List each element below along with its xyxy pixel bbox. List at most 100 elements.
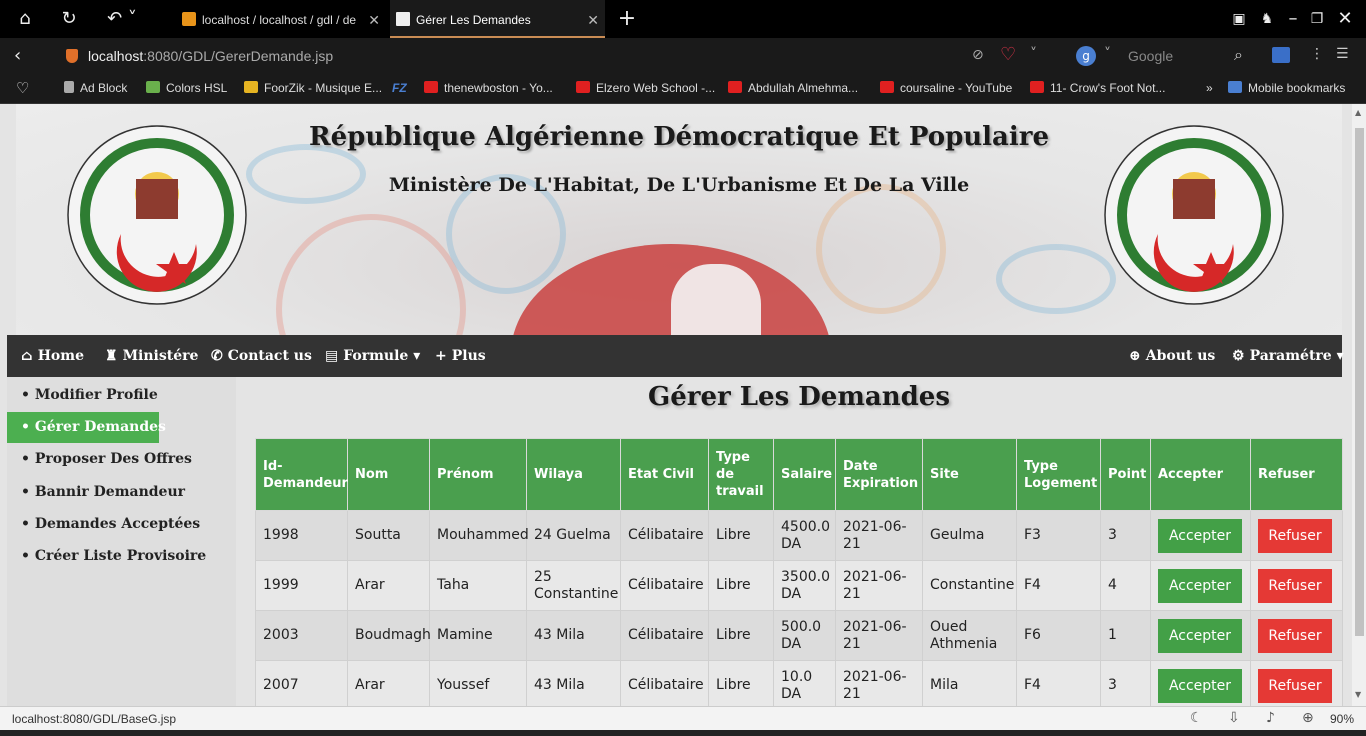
nav-label: Contact us bbox=[227, 348, 312, 364]
heart-icon[interactable]: ♡ bbox=[1000, 44, 1016, 65]
scroll-up-icon[interactable]: ▲ bbox=[1355, 108, 1361, 117]
url-field[interactable]: localhost:8080/GDL/GererDemande.jsp bbox=[88, 48, 333, 64]
accept-button[interactable]: Accepter bbox=[1158, 618, 1242, 653]
nav-label: Home bbox=[37, 348, 84, 364]
cell-type-logement: F3 bbox=[1016, 510, 1101, 561]
bookmarks-overflow-button[interactable]: » bbox=[1206, 81, 1213, 95]
nav-label: Paramétre bbox=[1249, 348, 1332, 364]
scrollbar-thumb[interactable] bbox=[1355, 128, 1364, 636]
sidebar-item-bannir-demandeur[interactable]: • Bannir Demandeur bbox=[7, 477, 185, 508]
cell-site: Constantine bbox=[922, 560, 1017, 611]
phone-icon: ✆ bbox=[211, 348, 223, 364]
colors-icon bbox=[146, 81, 160, 93]
cell-type-travail: Libre bbox=[708, 610, 774, 661]
bookmark-item[interactable]: Ad Block bbox=[64, 81, 127, 95]
close-tab-icon[interactable]: ✕ bbox=[587, 0, 599, 36]
nav-contact[interactable]: ✆ Contact us bbox=[211, 335, 312, 377]
volume-icon[interactable]: ♪ bbox=[1266, 710, 1275, 726]
undo-history-icon[interactable]: ↶ ˅ bbox=[102, 8, 142, 30]
sidebar-item-modifier-profile[interactable]: • Modifier Profile bbox=[7, 380, 158, 411]
heart-icon[interactable]: ♡ bbox=[16, 79, 29, 97]
nav-plus[interactable]: + Plus bbox=[435, 335, 486, 377]
translate-icon[interactable] bbox=[1272, 47, 1290, 63]
bookmark-item[interactable]: Abdullah Almehma... bbox=[728, 81, 858, 95]
chevron-down-icon[interactable]: ˅ bbox=[1104, 46, 1111, 62]
mobile-bookmarks[interactable]: Mobile bookmarks bbox=[1228, 81, 1345, 95]
cell-prenom: Youssef bbox=[429, 660, 527, 706]
cell-accepter: Accepter bbox=[1150, 560, 1251, 611]
chevron-down-icon[interactable]: ˅ bbox=[1030, 46, 1037, 62]
extension-icon[interactable]: ♞ bbox=[1256, 8, 1278, 30]
family-silhouette bbox=[671, 264, 761, 335]
sidebar-item-creer-liste[interactable]: • Créer Liste Provisoire bbox=[7, 541, 206, 572]
cell-id: 2003 bbox=[255, 610, 348, 661]
url-path: :8080/GDL/GererDemande.jsp bbox=[143, 48, 334, 64]
bookmark-item[interactable]: Colors HSL bbox=[146, 81, 227, 95]
phpmyadmin-icon bbox=[182, 12, 196, 26]
bookmark-item[interactable]: coursaline - YouTube bbox=[880, 81, 1012, 95]
bookmark-item[interactable]: FZ bbox=[392, 81, 407, 95]
nav-parametre[interactable]: ⚙ Paramétre ▾ bbox=[1232, 335, 1344, 377]
scroll-down-icon[interactable]: ▼ bbox=[1355, 690, 1361, 699]
zoom-level[interactable]: 90% bbox=[1330, 712, 1354, 726]
bookmark-item[interactable]: FoorZik - Musique E... bbox=[244, 81, 382, 95]
back-icon[interactable]: ‹ bbox=[14, 45, 36, 66]
bookmark-item[interactable]: 11- Crow's Foot Not... bbox=[1030, 81, 1165, 95]
cell-etat-civil: Célibataire bbox=[620, 610, 709, 661]
night-mode-icon[interactable]: ☾ bbox=[1190, 710, 1203, 726]
search-input[interactable]: Google bbox=[1128, 48, 1173, 64]
refuse-button[interactable]: Refuser bbox=[1258, 668, 1332, 703]
cell-wilaya: 25 Constantine bbox=[526, 560, 621, 611]
close-window-icon[interactable]: ✕ bbox=[1334, 8, 1356, 30]
column-header: Point bbox=[1100, 438, 1151, 511]
menu-dots-icon[interactable]: ⋮ bbox=[1310, 46, 1324, 62]
cell-refuser: Refuser bbox=[1250, 660, 1343, 706]
tab-gerer-demandes[interactable]: Gérer Les Demandes ✕ bbox=[390, 0, 605, 38]
close-tab-icon[interactable]: ✕ bbox=[368, 0, 380, 38]
nav-home[interactable]: ⌂ Home bbox=[21, 335, 84, 377]
cell-wilaya: 43 Mila bbox=[526, 660, 621, 706]
sidebar-item-proposer-offres[interactable]: • Proposer Des Offres bbox=[7, 444, 192, 475]
home-icon[interactable]: ⌂ bbox=[14, 8, 36, 30]
nav-about[interactable]: ⊕ About us bbox=[1129, 335, 1215, 377]
reload-icon[interactable]: ↻ bbox=[58, 8, 80, 30]
column-header: Accepter bbox=[1150, 438, 1251, 511]
download-icon[interactable]: ⇩ bbox=[1228, 710, 1240, 726]
bookmark-item[interactable]: Elzero Web School -... bbox=[576, 81, 715, 95]
search-icon[interactable]: ⌕ bbox=[1234, 45, 1243, 65]
caret-down-icon: ▾ bbox=[1336, 348, 1344, 364]
nav-formule[interactable]: ▤ Formule ▾ bbox=[325, 335, 420, 377]
page-scrollbar[interactable]: ▲ ▼ bbox=[1352, 104, 1366, 706]
sidebar-item-demandes-acceptees[interactable]: • Demandes Acceptées bbox=[7, 509, 200, 540]
refuse-button[interactable]: Refuser bbox=[1258, 568, 1332, 603]
column-header: Nom bbox=[347, 438, 430, 511]
cell-site: Oued Athmenia bbox=[922, 610, 1017, 661]
google-icon[interactable]: g bbox=[1076, 46, 1096, 66]
shield-icon[interactable] bbox=[66, 49, 78, 63]
accept-button[interactable]: Accepter bbox=[1158, 668, 1242, 703]
cell-point: 4 bbox=[1100, 560, 1151, 611]
cell-type-logement: F6 bbox=[1016, 610, 1101, 661]
bookmarks-bar: ♡ Ad Block Colors HSL FoorZik - Musique … bbox=[0, 74, 1366, 104]
snapshot-icon[interactable]: ▣ bbox=[1228, 8, 1250, 30]
cell-etat-civil: Célibataire bbox=[620, 510, 709, 561]
minimize-icon[interactable]: – bbox=[1282, 8, 1304, 30]
new-tab-icon[interactable]: + bbox=[616, 8, 638, 30]
cell-accepter: Accepter bbox=[1150, 610, 1251, 661]
accept-button[interactable]: Accepter bbox=[1158, 518, 1242, 553]
cell-id: 1998 bbox=[255, 510, 348, 561]
sidebar-item-gerer-demandes[interactable]: • Gérer Demandes bbox=[7, 412, 166, 443]
sidebar-toggle-icon[interactable]: ☰ bbox=[1336, 46, 1349, 62]
restore-icon[interactable]: ❐ bbox=[1306, 8, 1328, 30]
tab-phpmyadmin[interactable]: localhost / localhost / gdl / de ✕ bbox=[176, 0, 386, 38]
accept-button[interactable]: Accepter bbox=[1158, 568, 1242, 603]
bookmark-item[interactable]: thenewboston - Yo... bbox=[424, 81, 553, 95]
zoom-icon[interactable]: ⊕ bbox=[1302, 710, 1314, 726]
gear-icon: ⚙ bbox=[1232, 348, 1245, 364]
cell-etat-civil: Célibataire bbox=[620, 660, 709, 706]
nav-ministere[interactable]: ♜ Ministére bbox=[105, 335, 198, 377]
refuse-button[interactable]: Refuser bbox=[1258, 618, 1332, 653]
youtube-icon bbox=[576, 81, 590, 93]
refuse-button[interactable]: Refuser bbox=[1258, 518, 1332, 553]
tracking-icon[interactable]: ⊘ bbox=[972, 47, 984, 63]
